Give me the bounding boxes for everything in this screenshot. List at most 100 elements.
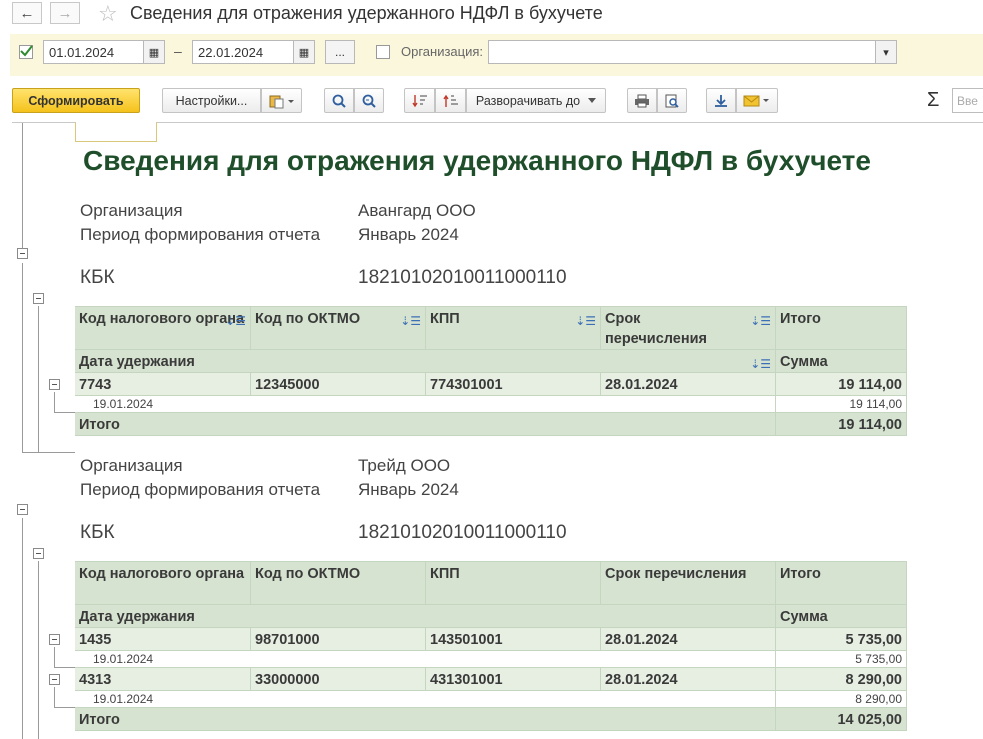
detail-date[interactable]: 19.01.2024 <box>75 651 776 668</box>
table-cell-kpp[interactable]: 143501001 <box>426 628 601 651</box>
sum-icon[interactable]: Σ <box>927 89 939 112</box>
sort-descending-button[interactable] <box>404 88 435 113</box>
total-row-label[interactable]: Итого <box>75 413 776 436</box>
table-cell-tax-office[interactable]: 1435 <box>75 628 251 651</box>
period-label: Период формирования отчета <box>80 225 321 244</box>
table-cell-total[interactable]: 19 114,00 <box>776 373 907 396</box>
organization-input[interactable] <box>488 40 876 64</box>
settings-button[interactable]: Настройки... <box>162 88 261 113</box>
date-to-input[interactable]: 22.01.2024 <box>192 40 294 64</box>
detail-amount[interactable]: 5 735,00 <box>776 651 907 668</box>
detail-amount[interactable]: 19 114,00 <box>776 396 907 413</box>
col-header-date-withheld[interactable]: Дата удержания ⇣☰ <box>75 350 776 373</box>
collapse-org-2-icon[interactable] <box>17 504 28 515</box>
back-button[interactable]: ← <box>12 2 42 24</box>
organization-label: Организация: <box>401 44 484 59</box>
total-row-label[interactable]: Итого <box>75 708 776 731</box>
sort-ascending-button[interactable] <box>435 88 466 113</box>
preview-button[interactable] <box>657 88 687 113</box>
report-title: Сведения для отражения удержанного НДФЛ … <box>83 145 871 176</box>
outline-line <box>54 667 75 668</box>
collapse-row-7743-icon[interactable] <box>49 379 60 390</box>
period-select-button[interactable]: ... <box>325 40 355 64</box>
table-cell-oktmo[interactable]: 33000000 <box>251 668 426 691</box>
sort-icon[interactable]: ⇣☰ <box>225 311 246 331</box>
collapse-row-4313-icon[interactable] <box>49 674 60 685</box>
generate-button[interactable]: Сформировать <box>12 88 140 113</box>
col-header-due[interactable]: Срок перечисления ⇣☰ <box>601 307 776 350</box>
table-cell-oktmo[interactable]: 12345000 <box>251 373 426 396</box>
col-header-amount[interactable]: Сумма <box>776 605 907 628</box>
sort-icon[interactable]: ⇣☰ <box>750 354 771 372</box>
favorite-star-icon[interactable]: ☆ <box>98 1 118 27</box>
detail-amount[interactable]: 8 290,00 <box>776 691 907 708</box>
col-header-tax-office[interactable]: Код налогового органа ⇣☰ <box>75 307 251 350</box>
col-header-kpp-label: КПП <box>430 311 460 327</box>
kbk-label: КБК <box>80 267 115 288</box>
date-from-input[interactable]: 01.01.2024 <box>43 40 144 64</box>
table-cell-total[interactable]: 5 735,00 <box>776 628 907 651</box>
table-cell-tax-office[interactable]: 7743 <box>75 373 251 396</box>
table-cell-total[interactable]: 8 290,00 <box>776 668 907 691</box>
col-header-total[interactable]: Итого <box>776 307 907 350</box>
table-cell-due[interactable]: 28.01.2024 <box>601 373 776 396</box>
outline-line <box>22 518 23 739</box>
sort-icon[interactable]: ⇣☰ <box>400 311 421 331</box>
expand-to-button[interactable]: Разворачивать до <box>466 88 606 113</box>
table-cell-kpp[interactable]: 774301001 <box>426 373 601 396</box>
organization-checkbox[interactable] <box>376 45 390 59</box>
col-header-due[interactable]: Срок перечисления <box>601 562 776 605</box>
forward-button[interactable]: → <box>50 2 80 24</box>
calendar-to-button[interactable]: ▦ <box>293 40 315 64</box>
report-variant-icon <box>269 95 294 108</box>
calendar-from-button[interactable]: ▦ <box>143 40 165 64</box>
col-header-oktmo[interactable]: Код по ОКТМО <box>251 562 426 605</box>
sort-ascending-icon <box>442 94 458 107</box>
period-label: Период формирования отчета <box>80 480 321 499</box>
find-next-button[interactable] <box>354 88 384 113</box>
collapse-row-1435-icon[interactable] <box>49 634 60 645</box>
period-value: Январь 2024 <box>358 480 459 499</box>
table-cell-oktmo[interactable]: 98701000 <box>251 628 426 651</box>
collapse-org-1-icon[interactable] <box>17 248 28 259</box>
outline-line <box>54 687 55 707</box>
sort-icon[interactable]: ⇣☰ <box>750 311 771 331</box>
chevron-down-icon <box>588 97 597 103</box>
col-header-oktmo[interactable]: Код по ОКТМО ⇣☰ <box>251 307 426 350</box>
collapse-kbk-2-icon[interactable] <box>33 548 44 559</box>
search-next-icon <box>362 94 376 108</box>
col-header-tax-office[interactable]: Код налогового органа <box>75 562 251 605</box>
col-header-total[interactable]: Итого <box>776 562 907 605</box>
date-range-dash: – <box>174 43 182 59</box>
sort-descending-icon <box>411 94 427 107</box>
find-button[interactable] <box>324 88 354 113</box>
organization-dropdown-button[interactable]: ▾ <box>875 40 897 64</box>
collapse-kbk-1-icon[interactable] <box>33 293 44 304</box>
outline-line <box>54 392 55 412</box>
col-header-amount[interactable]: Сумма <box>776 350 907 373</box>
table-cell-tax-office[interactable]: 4313 <box>75 668 251 691</box>
sum-value-field[interactable]: Вве <box>952 88 983 113</box>
variants-dropdown-button[interactable] <box>261 88 302 113</box>
col-header-kpp[interactable]: КПП <box>426 562 601 605</box>
table-cell-due[interactable]: 28.01.2024 <box>601 628 776 651</box>
outline-line <box>22 452 75 453</box>
send-email-button[interactable] <box>736 88 778 113</box>
arrow-right-icon: → <box>57 4 73 22</box>
col-header-date-withheld[interactable]: Дата удержания <box>75 605 776 628</box>
period-checkbox[interactable] <box>19 45 33 59</box>
table-cell-due[interactable]: 28.01.2024 <box>601 668 776 691</box>
calendar-icon: ▦ <box>298 46 310 59</box>
total-row-value[interactable]: 19 114,00 <box>776 413 907 436</box>
sort-icon[interactable]: ⇣☰ <box>575 311 596 331</box>
printer-icon <box>635 94 649 107</box>
detail-date[interactable]: 19.01.2024 <box>75 396 776 413</box>
save-button[interactable] <box>706 88 736 113</box>
detail-date[interactable]: 19.01.2024 <box>75 691 776 708</box>
report-top-border <box>12 122 983 123</box>
total-row-value[interactable]: 14 025,00 <box>776 708 907 731</box>
print-button[interactable] <box>627 88 657 113</box>
kbk-label: КБК <box>80 522 115 543</box>
table-cell-kpp[interactable]: 431301001 <box>426 668 601 691</box>
col-header-kpp[interactable]: КПП ⇣☰ <box>426 307 601 350</box>
